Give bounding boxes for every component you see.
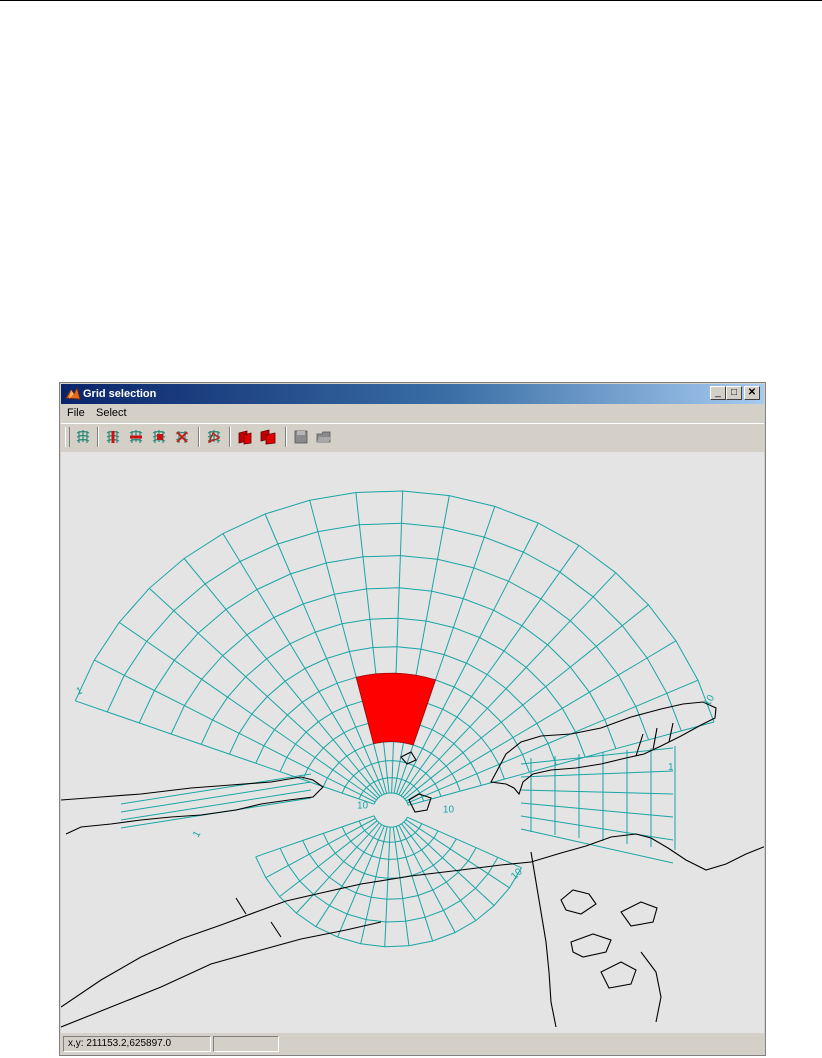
depth-label: 10 xyxy=(357,800,369,811)
menu-file[interactable]: File xyxy=(67,406,85,420)
minimize-button[interactable]: _ xyxy=(710,386,726,400)
grid-ray xyxy=(404,604,649,800)
grid-ray xyxy=(384,827,391,947)
depth-label: 1 xyxy=(191,829,204,840)
grid-ray xyxy=(398,522,539,795)
toolbar-separator xyxy=(229,427,231,447)
grid-ray xyxy=(94,659,376,803)
grid-line xyxy=(520,815,674,841)
depth-label: 1 xyxy=(75,685,84,697)
select-polygon-icon[interactable] xyxy=(206,429,222,445)
menu-select[interactable]: Select xyxy=(96,406,127,420)
grid-ray xyxy=(406,640,677,802)
grid-ray xyxy=(391,490,404,793)
grid-ray xyxy=(75,700,375,805)
toolbar-separator xyxy=(97,427,99,447)
toolbar-grip[interactable] xyxy=(65,427,70,447)
grid-ray xyxy=(148,587,379,799)
grid-plot[interactable]: 10 10 10 10 1 1 1 xyxy=(61,452,764,1033)
grid-line xyxy=(120,789,312,821)
grid-ray xyxy=(118,621,377,801)
window-title: Grid selection xyxy=(83,388,157,400)
status-bar: x,y: 211153.2,625897.0 xyxy=(61,1034,764,1054)
select-row-icon[interactable] xyxy=(128,429,144,445)
grid-selection-window: Grid selection _ □ ✕ File Select 10 10 1… xyxy=(59,382,766,1056)
grid-line xyxy=(520,802,674,818)
select-column-icon[interactable] xyxy=(105,429,121,445)
toolbar-separator xyxy=(198,427,200,447)
save-disabled-icon[interactable] xyxy=(293,429,309,445)
grid-ray xyxy=(396,506,496,794)
depth-label: 10 xyxy=(509,866,525,882)
grid-ring xyxy=(373,792,409,806)
page-top-rule xyxy=(0,0,822,1)
toolbar-separator xyxy=(285,427,287,447)
coastline xyxy=(61,701,764,1028)
grid-ray xyxy=(183,558,381,797)
grid-line xyxy=(520,747,674,765)
depth-label: 10 xyxy=(443,805,455,816)
select-area-icon[interactable] xyxy=(151,429,167,445)
maximize-button[interactable]: □ xyxy=(726,386,742,400)
grid-line xyxy=(120,773,312,805)
selected-cells[interactable] xyxy=(355,672,437,746)
close-button[interactable]: ✕ xyxy=(744,386,760,400)
coordinate-readout: x,y: 211153.2,625897.0 xyxy=(63,1036,211,1052)
title-bar[interactable]: Grid selection _ □ ✕ xyxy=(61,384,764,404)
status-secondary xyxy=(213,1036,279,1052)
open-disabled-icon[interactable] xyxy=(316,429,332,445)
selected-cell-block xyxy=(355,672,437,746)
map-canvas[interactable]: 10 10 10 10 1 1 1 xyxy=(61,452,764,1033)
matlab-app-icon xyxy=(65,387,81,400)
grid-ray xyxy=(392,826,410,946)
depth-label: 1 xyxy=(668,762,674,773)
toolbar xyxy=(61,423,764,453)
grid-ray xyxy=(407,816,522,869)
grid-line xyxy=(520,789,674,795)
menu-bar: File Select xyxy=(61,404,764,422)
fill-cells-icon[interactable] xyxy=(237,429,253,445)
grid-ray xyxy=(405,819,510,889)
grid-ray xyxy=(400,545,580,797)
deselect-icon[interactable] xyxy=(174,429,190,445)
depth-label: 10 xyxy=(702,693,717,709)
fill-all-icon[interactable] xyxy=(260,429,276,445)
select-grid-icon[interactable] xyxy=(75,429,91,445)
grid-ray xyxy=(222,533,383,796)
